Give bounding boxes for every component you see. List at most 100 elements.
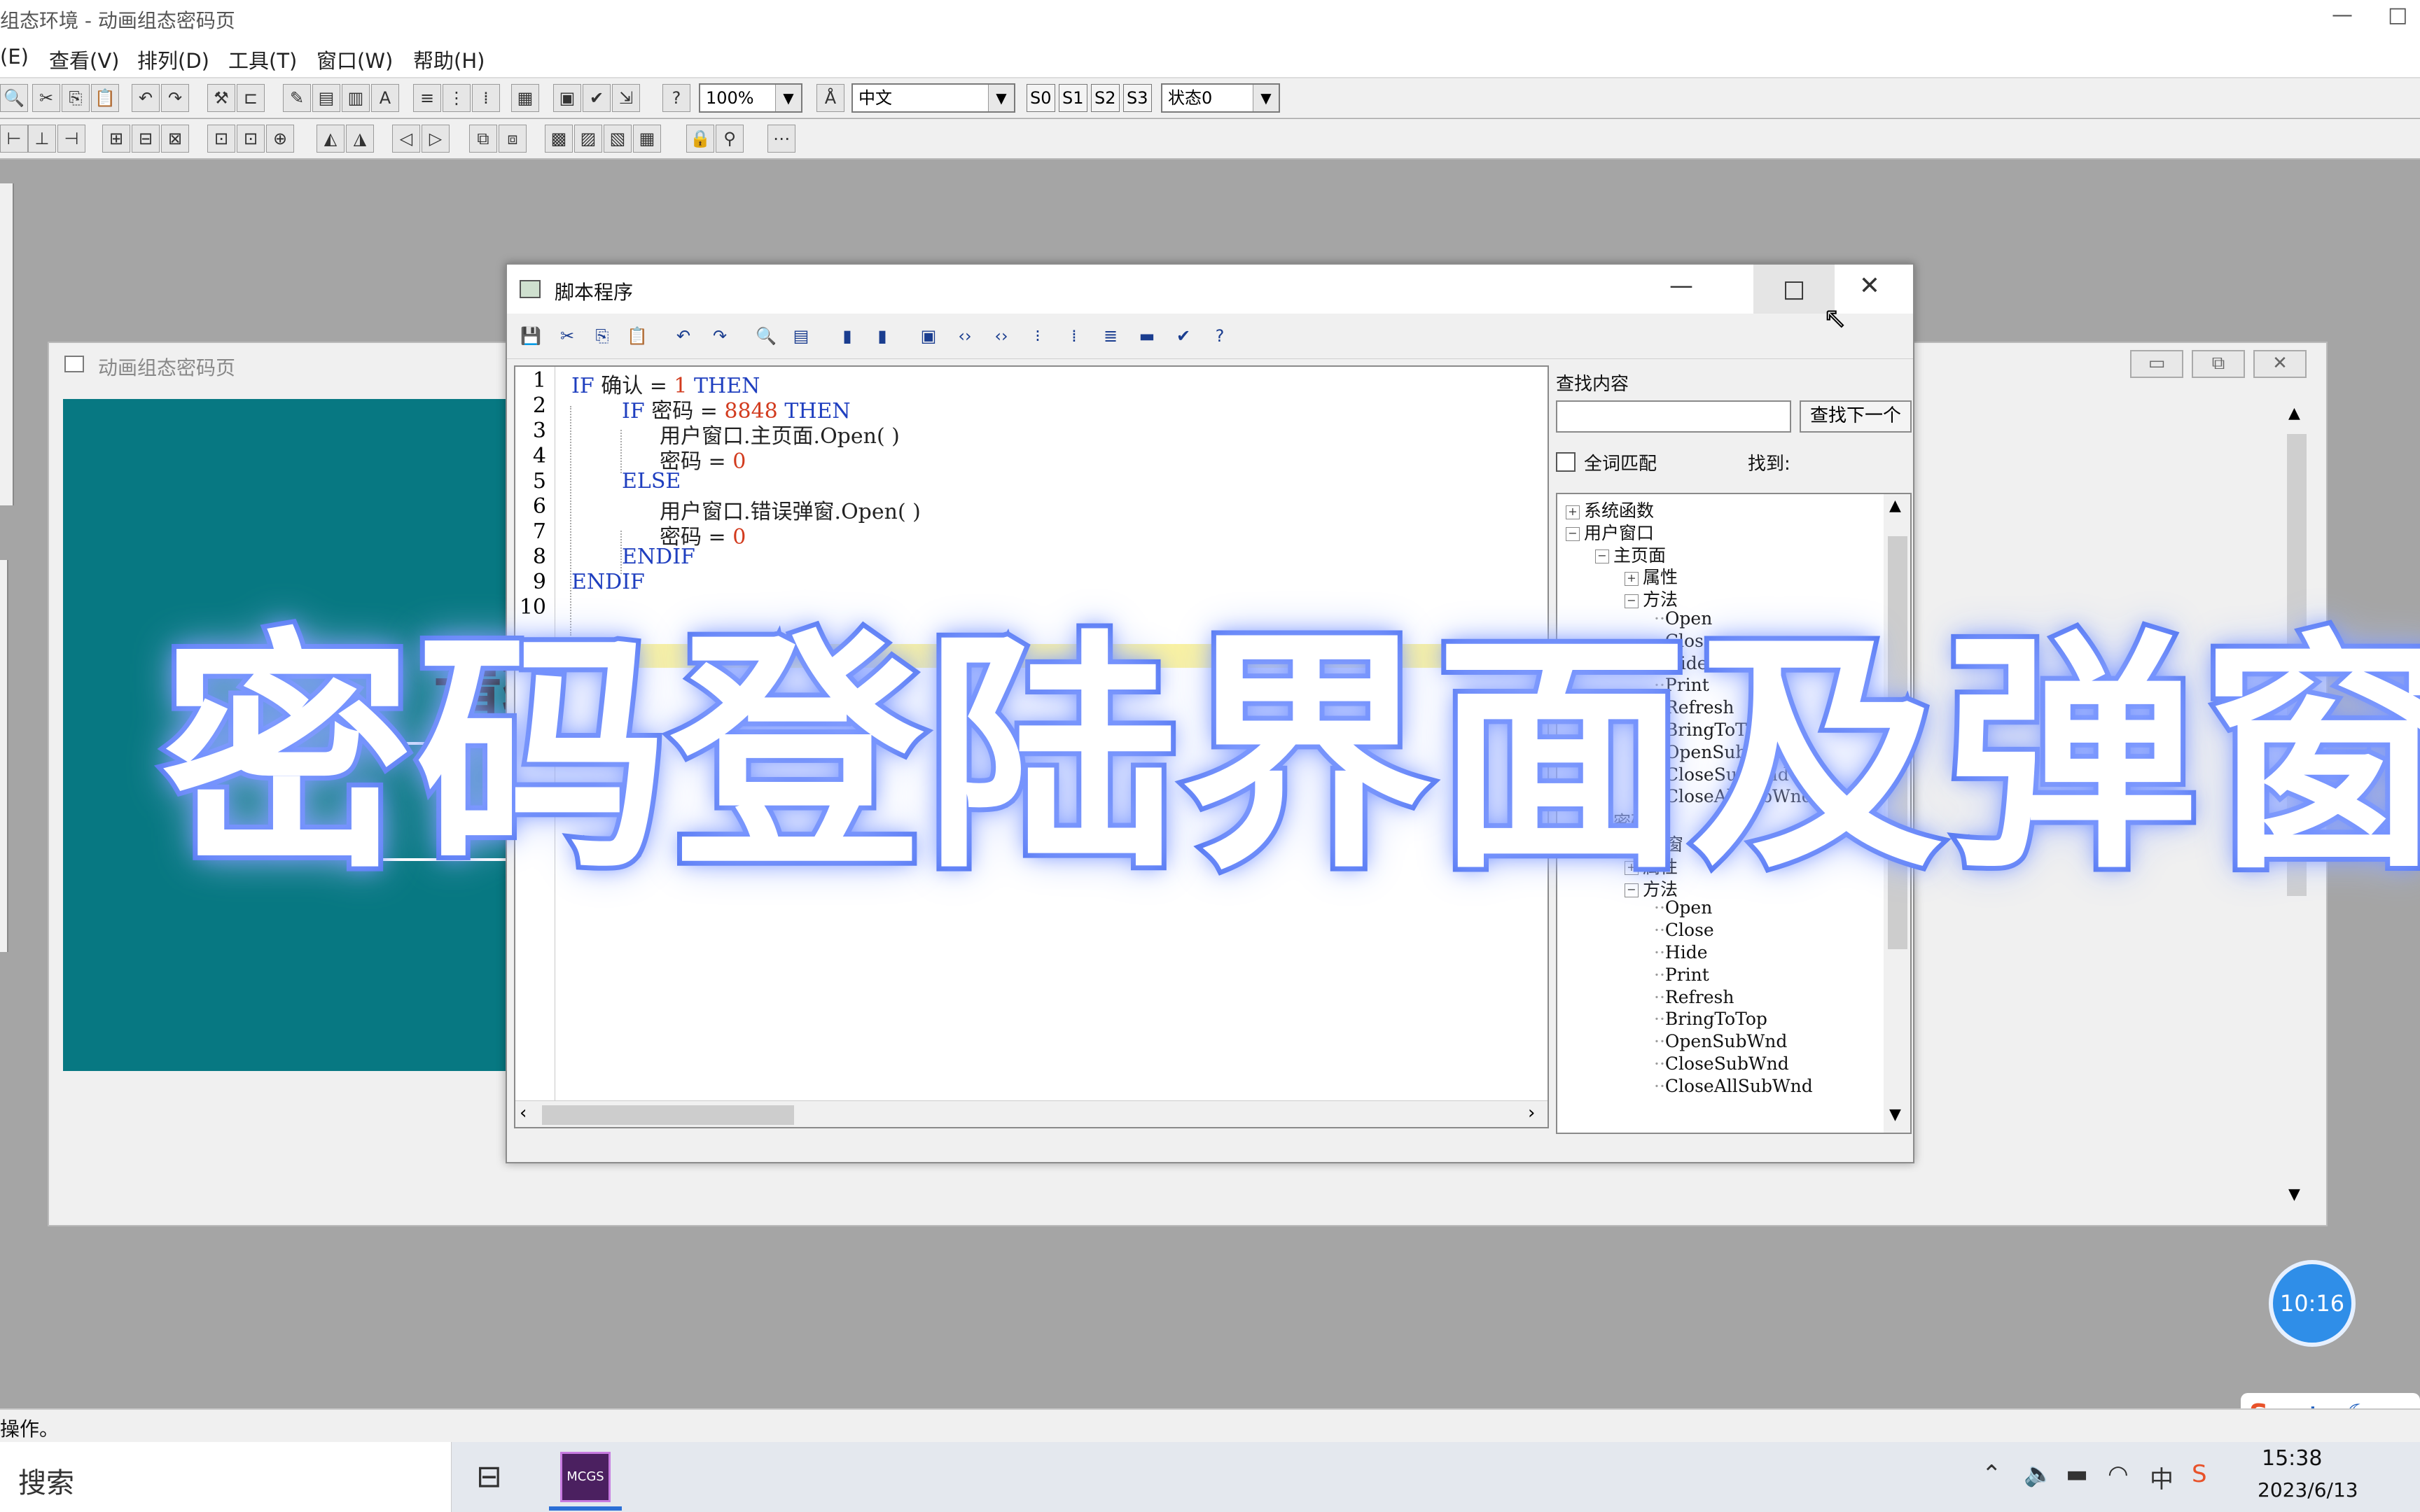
tree-item[interactable]: + 属性	[1625, 564, 1678, 589]
lock-icon[interactable]: 🔒	[686, 125, 714, 153]
chevron-up-icon[interactable]: ▲	[2288, 405, 2300, 422]
timer-badge[interactable]: 10:16	[2269, 1260, 2356, 1347]
bookmark-icon[interactable]: ▮	[833, 322, 861, 350]
same-height-icon[interactable]: ⊟	[132, 125, 160, 153]
same-size-icon[interactable]: ⊠	[161, 125, 189, 153]
chevron-up-icon[interactable]: ▲	[1889, 497, 1901, 514]
find-icon[interactable]: 🔍	[752, 322, 780, 350]
collapse-icon[interactable]: −	[1625, 594, 1639, 608]
redo-icon[interactable]: ↷	[161, 84, 189, 112]
center-icon[interactable]: ⊕	[266, 125, 294, 153]
replace-icon[interactable]: ▤	[787, 322, 815, 350]
chevron-right-icon[interactable]: ›	[1528, 1102, 1535, 1124]
dots-icon[interactable]: ⁞	[472, 84, 500, 112]
backward-icon[interactable]: ▦	[633, 125, 661, 153]
sogou-tray-icon[interactable]: S	[2192, 1460, 2207, 1488]
find-next-button[interactable]: 查找下一个	[1800, 400, 1912, 433]
menu-arrange[interactable]: 排列(D)	[137, 45, 209, 74]
loop-icon[interactable]: ≣	[1097, 322, 1125, 350]
rotate-right-icon[interactable]: ▷	[422, 125, 450, 153]
fill-icon[interactable]: ▤	[312, 84, 340, 112]
bring-front-icon[interactable]: ▩	[545, 125, 573, 153]
line-color-icon[interactable]: ▥	[342, 84, 370, 112]
expand-icon[interactable]: +	[1625, 571, 1639, 586]
space-h-icon[interactable]: ⊡	[207, 125, 235, 153]
tree-item[interactable]: ··Close	[1654, 920, 1714, 940]
state-s0-button[interactable]: S0	[1027, 84, 1055, 112]
menu-edit[interactable]: (E)	[0, 45, 29, 69]
cut-icon[interactable]: ✂	[32, 84, 60, 112]
outdent-icon[interactable]: ‹›	[987, 322, 1015, 350]
copy-icon[interactable]: ⎘	[588, 322, 616, 350]
tree-item[interactable]: ··BringToTop	[1654, 1009, 1767, 1029]
align-left-icon[interactable]: ⊢	[0, 125, 28, 153]
tree-item[interactable]: ··Refresh	[1654, 987, 1734, 1007]
whole-word-checkbox[interactable]	[1556, 452, 1576, 472]
chevron-down-icon[interactable]: ▼	[1889, 1106, 1901, 1124]
collapse-icon[interactable]: −	[1595, 550, 1609, 564]
space-v-icon[interactable]: ⊡	[237, 125, 265, 153]
input-method-icon[interactable]: 中	[2150, 1460, 2174, 1494]
close-button[interactable]: ✕	[1835, 272, 1905, 300]
chevron-up-icon[interactable]: ⌃	[1982, 1460, 2002, 1488]
help-icon[interactable]: ?	[662, 84, 690, 112]
ungroup-icon[interactable]: ⧈	[499, 125, 527, 153]
paste-icon[interactable]: 📋	[623, 322, 651, 350]
bookmark-next-icon[interactable]: ▮	[868, 322, 896, 350]
rotate-left-icon[interactable]: ◁	[392, 125, 420, 153]
state-s3-button[interactable]: S3	[1123, 84, 1152, 112]
state-select[interactable]: 状态0 ▼	[1161, 83, 1280, 113]
frame-icon[interactable]: ⊏	[237, 84, 265, 112]
cut-icon[interactable]: ✂	[553, 322, 581, 350]
wifi-icon[interactable]: ◠	[2108, 1460, 2129, 1488]
check-icon[interactable]: ✔	[583, 84, 611, 112]
preview-icon[interactable]: 🔍	[0, 84, 28, 112]
align-icon[interactable]: ≡	[413, 84, 441, 112]
clock-date[interactable]: 2023/6/13	[2258, 1478, 2358, 1502]
flip-v-icon[interactable]: ◮	[346, 125, 374, 153]
menu-view[interactable]: 查看(V)	[49, 45, 119, 74]
check-icon[interactable]: ✔	[1169, 322, 1197, 350]
language-icon[interactable]: Å	[816, 84, 844, 112]
code-line[interactable]: ENDIF	[571, 570, 645, 594]
format-brush-icon[interactable]: ✎	[283, 84, 311, 112]
clock-time[interactable]: 15:38	[2262, 1446, 2322, 1471]
undo-icon[interactable]: ↶	[669, 322, 697, 350]
menu-window[interactable]: 窗口(W)	[317, 45, 393, 74]
unlock-icon[interactable]: ⚲	[716, 125, 744, 153]
language-select[interactable]: 中文 ▼	[851, 83, 1015, 113]
tree-item[interactable]: − 主页面	[1595, 542, 1666, 567]
minimize-button[interactable]: —	[2332, 3, 2353, 27]
zoom-select[interactable]: 100% ▼	[699, 83, 802, 113]
tree-item[interactable]: − 用户窗口	[1566, 519, 1654, 545]
font-icon[interactable]: A	[371, 84, 399, 112]
maximize-button[interactable]: □	[1753, 265, 1835, 314]
grid-icon[interactable]: ⋮	[443, 84, 471, 112]
if-then-icon[interactable]: ⁝	[1024, 322, 1052, 350]
send-back-icon[interactable]: ▨	[574, 125, 602, 153]
forward-icon[interactable]: ▧	[604, 125, 632, 153]
tools-icon[interactable]: ⚒	[207, 84, 235, 112]
comment-icon[interactable]: ▣	[915, 322, 943, 350]
expand-icon[interactable]: +	[1566, 505, 1580, 519]
mcgs-app-icon[interactable]: MCGS	[560, 1452, 611, 1502]
maximize-button[interactable]: □	[2388, 3, 2407, 27]
save-icon[interactable]: 💾	[517, 322, 545, 350]
battery-icon[interactable]: ▬	[2066, 1460, 2088, 1488]
state-s1-button[interactable]: S1	[1059, 84, 1087, 112]
tree-item[interactable]: − 方法	[1625, 586, 1678, 611]
collapse-icon[interactable]: −	[1566, 527, 1580, 542]
chevron-left-icon[interactable]: ‹	[520, 1102, 527, 1124]
search-input[interactable]	[1556, 400, 1791, 433]
properties-icon[interactable]: ▣	[553, 84, 581, 112]
tree-item[interactable]: + 系统函数	[1566, 497, 1654, 522]
state-s2-button[interactable]: S2	[1091, 84, 1120, 112]
undo-icon[interactable]: ↶	[132, 84, 160, 112]
editor-hscrollbar[interactable]: ‹ ›	[515, 1100, 1548, 1127]
align-center-icon[interactable]: ⊥	[28, 125, 56, 153]
if-else-icon[interactable]: ⁞	[1060, 322, 1088, 350]
chart-icon[interactable]: ▦	[511, 84, 539, 112]
help-icon[interactable]: ?	[1206, 322, 1234, 350]
paste-icon[interactable]: 📋	[91, 84, 119, 112]
tree-item[interactable]: ··CloseSubWnd	[1654, 1054, 1789, 1074]
